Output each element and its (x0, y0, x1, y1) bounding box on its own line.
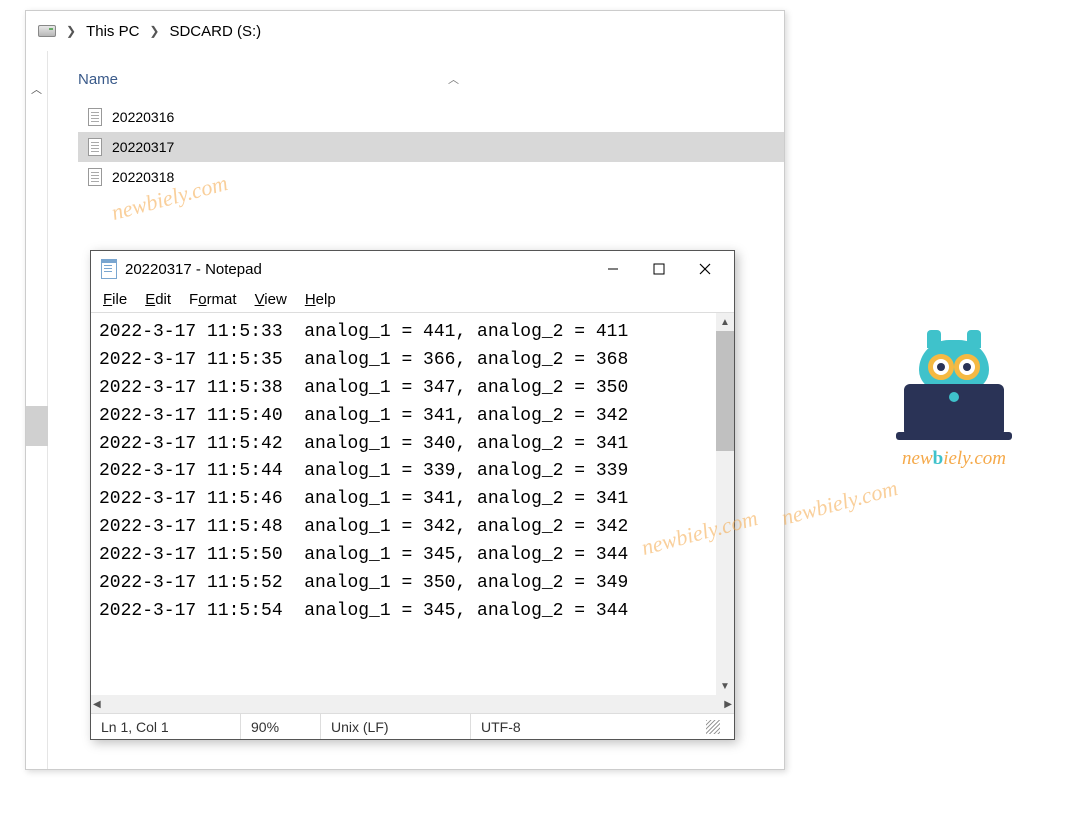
chevron-right-icon[interactable]: ❯ (149, 24, 159, 38)
left-scrollbar-thumb[interactable] (26, 406, 48, 446)
resize-grip-icon[interactable] (706, 720, 720, 734)
file-name: 20220318 (112, 169, 174, 185)
status-eol: Unix (LF) (321, 714, 471, 739)
notepad-icon (101, 259, 117, 279)
scroll-right-icon[interactable]: ▶ (724, 699, 732, 710)
breadcrumb-root[interactable]: This PC (86, 23, 139, 40)
status-encoding: UTF-8 (471, 714, 734, 739)
breadcrumb-path[interactable]: SDCARD (S:) (169, 23, 261, 40)
column-name[interactable]: Name (78, 71, 418, 88)
column-headers: Name ︿ (78, 71, 784, 88)
status-zoom: 90% (241, 714, 321, 739)
drive-icon (38, 25, 56, 37)
file-row[interactable]: 20220317 (78, 132, 784, 162)
scroll-left-icon[interactable]: ◀ (93, 699, 101, 710)
menu-file[interactable]: File (103, 291, 127, 308)
titlebar[interactable]: 20220317 - Notepad (91, 251, 734, 287)
file-name: 20220316 (112, 109, 174, 125)
file-row[interactable]: 20220318 (78, 162, 784, 192)
laptop-icon (904, 384, 1004, 434)
window-title: 20220317 - Notepad (125, 261, 590, 278)
close-button[interactable] (682, 254, 728, 284)
minimize-button[interactable] (590, 254, 636, 284)
chevron-right-icon[interactable]: ❯ (66, 24, 76, 38)
text-area[interactable]: 2022-3-17 11:5:33 analog_1 = 441, analog… (91, 313, 716, 695)
notepad-window: 20220317 - Notepad File Edit Format View… (90, 250, 735, 740)
brand-text: newbiely.com (884, 448, 1024, 470)
menu-format[interactable]: Format (189, 291, 237, 308)
vertical-scrollbar[interactable]: ▲ ▼ (716, 313, 734, 695)
document-icon (88, 168, 102, 186)
menu-help[interactable]: Help (305, 291, 336, 308)
watermark: newbiely.com (779, 475, 901, 531)
menu-view[interactable]: View (255, 291, 287, 308)
scrollbar-thumb[interactable] (716, 331, 734, 451)
brand-logo: newbiely.com (884, 340, 1024, 470)
file-name: 20220317 (112, 139, 174, 155)
status-position: Ln 1, Col 1 (91, 714, 241, 739)
file-row[interactable]: 20220316 (78, 102, 784, 132)
address-bar[interactable]: ❯ This PC ❯ SDCARD (S:) (26, 11, 784, 51)
document-icon (88, 108, 102, 126)
owl-icon (919, 340, 989, 390)
scroll-down-icon[interactable]: ▼ (716, 677, 734, 695)
statusbar: Ln 1, Col 1 90% Unix (LF) UTF-8 (91, 713, 734, 739)
menu-edit[interactable]: Edit (145, 291, 171, 308)
document-icon (88, 138, 102, 156)
menubar: File Edit Format View Help (91, 287, 734, 312)
scroll-up-icon[interactable]: ▲ (716, 313, 734, 331)
maximize-button[interactable] (636, 254, 682, 284)
horizontal-scrollbar[interactable]: ◀ ▶ (91, 695, 734, 713)
sort-indicator-icon[interactable]: ︿ (448, 71, 459, 88)
